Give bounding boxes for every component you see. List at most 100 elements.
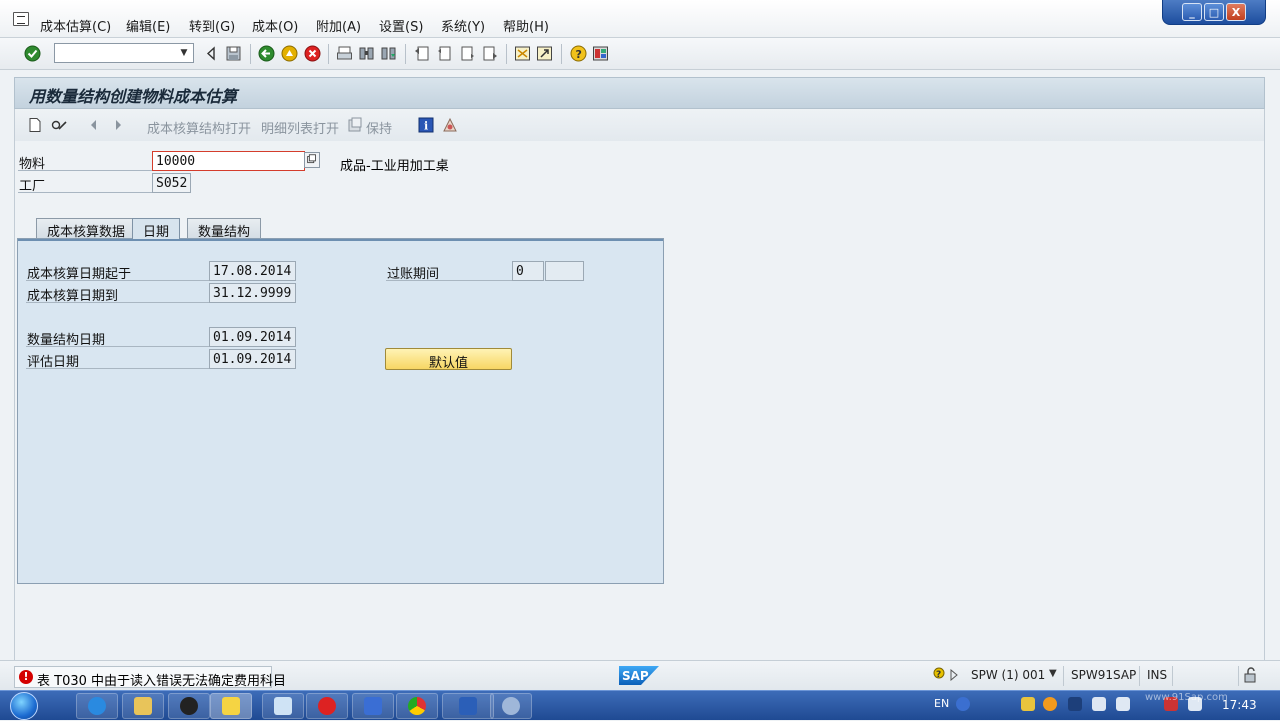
new-session-icon[interactable]: [514, 45, 531, 62]
material-label: 物料: [18, 153, 152, 172]
taskbar-explorer-icon[interactable]: [122, 693, 164, 719]
costing-date-from-field: 17.08.2014: [209, 261, 296, 281]
menu-extras[interactable]: 附加(A): [316, 16, 361, 35]
server-info: SPW91SAP: [1071, 668, 1137, 682]
svg-text:?: ?: [576, 48, 582, 61]
customize-layout-icon[interactable]: [592, 45, 609, 62]
taskbar-paint-icon[interactable]: [490, 693, 532, 719]
taskbar-sap-icon[interactable]: [210, 693, 252, 719]
taskbar-qq-icon[interactable]: [168, 693, 210, 719]
watermark: www.91Sap.com: [1145, 692, 1228, 703]
system-dropdown-icon[interactable]: ▼: [1049, 668, 1057, 679]
menu-cost[interactable]: 成本(O): [252, 16, 298, 35]
new-document-icon[interactable]: [27, 117, 43, 133]
window-controls: _ □ X: [1162, 0, 1266, 25]
system-info[interactable]: SPW (1) 001: [971, 668, 1045, 682]
previous-page-icon[interactable]: [436, 45, 453, 62]
status-message[interactable]: ! 表 T030 中由于读入错误无法确定费用科目: [14, 666, 286, 689]
tab-costing-data[interactable]: 成本核算数据: [36, 218, 137, 240]
taskbar-player-icon[interactable]: [306, 693, 348, 719]
expand-arrow-icon[interactable]: [950, 668, 958, 682]
chevron-down-icon[interactable]: ▼: [177, 45, 191, 61]
posting-period-label: 过账期间: [386, 263, 512, 282]
find-icon[interactable]: [358, 45, 375, 62]
menu-goto[interactable]: 转到(G): [189, 16, 235, 35]
svg-text:i: i: [424, 120, 428, 133]
keep-button[interactable]: 保持: [366, 118, 392, 137]
display-change-icon[interactable]: [51, 117, 67, 133]
menu-bar: 成本估算(C) 编辑(E) 转到(G) 成本(O) 附加(A) 设置(S) 系统…: [0, 0, 1280, 38]
qty-structure-date-label: 数量结构日期: [26, 329, 210, 348]
error-icon: !: [19, 670, 33, 684]
shortcut-icon[interactable]: [536, 45, 553, 62]
tab-dates[interactable]: 日期: [132, 218, 181, 240]
menu-cost-estimate[interactable]: 成本估算(C): [40, 16, 111, 35]
close-button[interactable]: X: [1226, 3, 1246, 21]
enter-icon[interactable]: [24, 45, 41, 62]
qty-structure-date-field: 01.09.2014: [209, 327, 296, 347]
lock-icon[interactable]: [1243, 667, 1259, 683]
plant-label: 工厂: [18, 175, 152, 194]
next-page-icon[interactable]: [459, 45, 476, 62]
menu-edit[interactable]: 编辑(E): [126, 16, 170, 35]
clock[interactable]: 17:43: [1222, 698, 1257, 712]
minimize-button[interactable]: _: [1182, 3, 1202, 21]
next-arrow-icon[interactable]: [110, 117, 126, 133]
menu-system[interactable]: 系统(Y): [441, 16, 485, 35]
cost-component-icon[interactable]: [442, 117, 458, 133]
open-costing-structure-button[interactable]: 成本核算结构打开: [147, 118, 251, 137]
save-doc-icon[interactable]: [347, 117, 363, 133]
taskbar-ie-icon[interactable]: [76, 693, 118, 719]
tray-sap-icon[interactable]: [1021, 697, 1035, 711]
page-title: 用数量结构创建物料成本估算: [29, 87, 238, 106]
previous-arrow-icon[interactable]: [86, 117, 102, 133]
bluetooth-icon[interactable]: [1068, 697, 1082, 711]
search-help-icon[interactable]: [304, 152, 320, 168]
posting-year-field: [545, 261, 584, 281]
application-toolbar: 成本核算结构打开 明细列表打开 保持 i: [14, 109, 1265, 141]
info-icon[interactable]: i: [418, 117, 434, 133]
menu-icon[interactable]: [13, 12, 29, 26]
taskbar-chrome-icon[interactable]: [396, 693, 438, 719]
print-icon[interactable]: [336, 45, 353, 62]
start-button[interactable]: [2, 691, 46, 721]
cancel-icon[interactable]: [304, 45, 321, 62]
tray-help-icon[interactable]: [956, 697, 970, 711]
command-field[interactable]: ▼: [54, 43, 194, 63]
back-arrow-icon[interactable]: [203, 45, 220, 62]
exit-icon[interactable]: [281, 45, 298, 62]
plant-field: S052: [152, 173, 191, 193]
help-key-icon[interactable]: ?: [932, 667, 946, 683]
taskbar-notepad-icon[interactable]: [262, 693, 304, 719]
costing-date-from-label: 成本核算日期起于: [26, 263, 210, 282]
insert-mode: INS: [1147, 668, 1168, 682]
save-icon[interactable]: [225, 45, 242, 62]
default-values-button[interactable]: 默认值: [385, 348, 512, 371]
last-page-icon[interactable]: [481, 45, 498, 62]
tray-app-icon[interactable]: [1043, 697, 1057, 711]
windows-taskbar: [0, 690, 1280, 720]
find-next-icon[interactable]: [380, 45, 397, 62]
taskbar-app-icon[interactable]: [352, 693, 394, 719]
language-indicator[interactable]: EN: [934, 697, 949, 710]
tray-device-icon[interactable]: [1092, 697, 1106, 711]
svg-text:?: ?: [936, 670, 941, 680]
valuation-date-label: 评估日期: [26, 351, 210, 370]
first-page-icon[interactable]: [414, 45, 431, 62]
costing-date-to-field: 31.12.9999: [209, 283, 296, 303]
help-icon[interactable]: ?: [570, 45, 587, 62]
menu-help[interactable]: 帮助(H): [503, 16, 549, 35]
material-description: 成品-工业用加工桌: [340, 159, 449, 174]
volume-icon[interactable]: [1116, 697, 1130, 711]
tab-quantity-structure[interactable]: 数量结构: [187, 218, 262, 240]
menu-settings[interactable]: 设置(S): [379, 16, 423, 35]
maximize-button[interactable]: □: [1204, 3, 1224, 21]
material-input[interactable]: 10000: [152, 151, 305, 171]
costing-date-to-label: 成本核算日期到: [26, 285, 210, 304]
taskbar-word-icon[interactable]: [442, 693, 494, 719]
back-icon[interactable]: [258, 45, 275, 62]
sap-logo: SAP: [619, 666, 659, 685]
screen-title-bar: 用数量结构创建物料成本估算: [14, 77, 1265, 109]
open-itemization-button[interactable]: 明细列表打开: [261, 118, 339, 137]
svg-text:SAP: SAP: [622, 669, 649, 683]
